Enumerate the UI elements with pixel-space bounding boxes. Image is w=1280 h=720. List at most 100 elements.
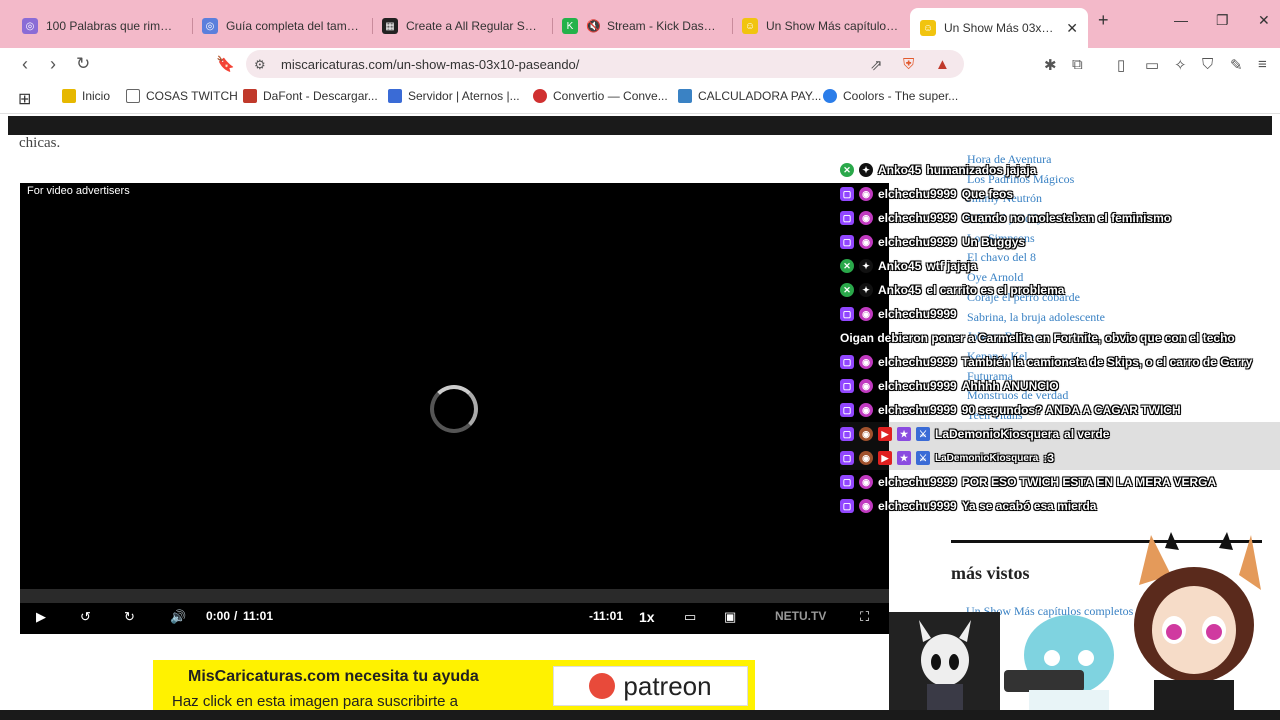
- ai-icon[interactable]: ✧: [1174, 56, 1187, 74]
- tab-guia[interactable]: ◎ Guía completa del tamaño: [192, 10, 370, 42]
- wallet-icon[interactable]: ▭: [1145, 56, 1159, 74]
- star-badge-icon: ★: [897, 451, 911, 465]
- chat-text: Que feos: [961, 187, 1014, 201]
- site-info-icon[interactable]: ⚙: [254, 57, 266, 73]
- forward-icon[interactable]: ›: [50, 54, 56, 75]
- edit-icon[interactable]: ✎: [1230, 56, 1243, 74]
- loading-spinner-icon: [430, 385, 478, 433]
- back-icon[interactable]: ‹: [22, 54, 28, 75]
- mod-badge-icon: ⚔: [916, 427, 930, 441]
- chat-text: También la camioneta de Skips, o el carr…: [961, 355, 1253, 369]
- kick-favicon-icon: K: [562, 18, 578, 34]
- stream-chat-overlay: ✕ ✦ Anko45 humanizados jajaja ▢ ◉ elchec…: [840, 158, 1280, 518]
- chat-message: ▢ ◉ elchechu9999 Ahhhh ANUNCIO: [840, 374, 1280, 398]
- chat-text: el carrito es el problema: [926, 283, 1065, 297]
- bookmark-label: Convertio — Conve...: [553, 89, 668, 103]
- page-header-band: [8, 116, 1272, 135]
- share-icon[interactable]: ⇗: [870, 56, 883, 74]
- rewards-icon[interactable]: ▲: [935, 56, 950, 73]
- bookmark-label: Inicio: [82, 89, 111, 103]
- user-avatar-icon: ◉: [859, 499, 873, 513]
- bookmark-inicio[interactable]: Inicio: [62, 89, 110, 103]
- chat-message: ▢ ◉ elchechu9999 90 segundos? ANDA A CAG…: [840, 398, 1280, 422]
- tab-title: Guía completa del tamaño: [226, 19, 360, 33]
- reload-icon[interactable]: ↻: [76, 54, 90, 74]
- chat-message: ▢ ◉ elchechu9999: [840, 302, 1280, 326]
- extensions-icon[interactable]: ✱: [1044, 56, 1057, 74]
- chat-text: Cuando no molestaban el feminismo: [961, 211, 1172, 225]
- forward-icon[interactable]: ↻: [124, 609, 135, 625]
- tab-strip: ◎ 100 Palabras que rimen co ◎ Guía compl…: [0, 0, 1280, 48]
- twitch-icon: ▢: [840, 307, 854, 321]
- tab-capitulos[interactable]: ☺ Un Show Más capítulos co: [732, 10, 910, 42]
- maximize-icon[interactable]: ❐: [1216, 12, 1229, 29]
- captions-icon[interactable]: ▭: [684, 609, 696, 625]
- broadcaster-badge-icon: ▶: [878, 451, 892, 465]
- close-window-icon[interactable]: ✕: [1258, 12, 1270, 29]
- screenshot-icon[interactable]: ⧉: [1072, 56, 1083, 73]
- remaining-time: -11:01: [589, 609, 624, 623]
- apps-grid-icon[interactable]: ⊞: [18, 89, 31, 109]
- speed-button[interactable]: 1x: [639, 609, 655, 625]
- volume-icon[interactable]: 🔊: [170, 609, 186, 625]
- chat-username: elchechu9999: [878, 403, 957, 417]
- tab-favicon-icon: ◎: [22, 18, 38, 34]
- brave-shield-icon[interactable]: ⛨: [903, 56, 914, 73]
- vpn-icon[interactable]: ⛉: [1202, 56, 1213, 73]
- close-tab-icon[interactable]: ✕: [1066, 20, 1078, 37]
- chat-message: ▢ ◉ elchechu9999 También la camioneta de…: [840, 350, 1280, 374]
- user-avatar-icon: ◉: [859, 355, 873, 369]
- player-controls: ▶ ↺ ↻ 🔊 0:00 / 11:01 -11:01 1x ▭ ▣ NETU.…: [20, 603, 889, 634]
- tab-favicon-icon: ▦: [382, 18, 398, 34]
- pip-icon[interactable]: ▣: [724, 609, 736, 625]
- sidebar-icon[interactable]: ▯: [1117, 56, 1125, 74]
- patreon-icon: [589, 673, 616, 699]
- progress-bar[interactable]: [20, 589, 889, 603]
- rewind-icon[interactable]: ↺: [80, 609, 91, 625]
- patreon-logo-text: patreon: [623, 670, 712, 701]
- chat-message: ▢ ◉ elchechu9999 Ya se acabó esa mierda: [840, 494, 1280, 518]
- chat-username: elchechu9999: [878, 211, 957, 225]
- ad-label[interactable]: For video advertisers: [27, 185, 130, 197]
- chat-username: elchechu9999: [878, 499, 957, 513]
- chat-text: POR ESO TWICH ESTA EN LA MERA VERGA: [961, 475, 1217, 489]
- user-avatar-icon: ◉: [859, 475, 873, 489]
- tab-create[interactable]: ▦ Create a All Regular Show: [372, 10, 550, 42]
- twitch-icon: ▢: [840, 379, 854, 393]
- patreon-banner[interactable]: MisCaricaturas.com necesita tu ayuda Haz…: [153, 660, 755, 712]
- chat-text: Ahhhh ANUNCIO: [961, 379, 1059, 393]
- stream-avatars-overlay: [889, 532, 1261, 720]
- user-avatar-icon: ◉: [859, 451, 873, 465]
- url-text[interactable]: miscaricaturas.com/un-show-mas-03x10-pas…: [281, 57, 579, 72]
- menu-icon[interactable]: ≡: [1258, 56, 1267, 73]
- chat-text: al verde: [1064, 427, 1110, 441]
- robot-character-icon: [1004, 615, 1114, 720]
- video-player[interactable]: For video advertisers ▶ ↺ ↻ 🔊 0:00 / 11:…: [20, 183, 889, 634]
- chat-message: ▢ ◉ ▶ ★ ⚔ LaDemonioKiosquera al verde: [840, 422, 1280, 446]
- user-avatar-icon: ◉: [859, 403, 873, 417]
- user-avatar-icon: ◉: [859, 307, 873, 321]
- bookmark-coolors[interactable]: Coolors - The super...: [823, 89, 958, 103]
- bookmark-dafont[interactable]: DaFont - Descargar...: [243, 89, 378, 103]
- chat-message: ▢ ◉ elchechu9999 Un Buggys: [840, 230, 1280, 254]
- bookmark-label: DaFont - Descargar...: [263, 89, 378, 103]
- minimize-icon[interactable]: —: [1174, 12, 1188, 28]
- bookmark-icon[interactable]: 🔖: [216, 55, 235, 73]
- twitch-icon: ▢: [840, 451, 854, 465]
- bookmark-cosas-twitch[interactable]: COSAS TWITCH: [126, 89, 238, 103]
- play-icon[interactable]: ▶: [36, 609, 46, 625]
- chat-text: wtf jajaja: [926, 259, 978, 273]
- new-tab-button[interactable]: +: [1098, 10, 1109, 31]
- muted-speaker-icon[interactable]: 🔇: [586, 19, 601, 33]
- chat-message: Oigan debieron poner a Carmelita en Fort…: [840, 326, 1280, 350]
- tab-palabras[interactable]: ◎ 100 Palabras que rimen co: [12, 10, 188, 42]
- tab-kick[interactable]: K 🔇 Stream - Kick Dashboa: [552, 10, 730, 42]
- patreon-subline: Haz click en esta imagen para suscribirt…: [172, 693, 458, 710]
- patreon-logo[interactable]: patreon: [553, 666, 748, 706]
- fullscreen-icon[interactable]: ⛶: [860, 609, 869, 625]
- chat-username: Anko45: [878, 259, 922, 273]
- bookmark-calculadora[interactable]: CALCULADORA PAY...: [678, 89, 821, 103]
- bookmark-aternos[interactable]: Servidor | Aternos |...: [388, 89, 520, 103]
- tab-active-show[interactable]: ☺ Un Show Más 03x10 P ✕: [910, 8, 1088, 48]
- bookmark-convertio[interactable]: Convertio — Conve...: [533, 89, 668, 103]
